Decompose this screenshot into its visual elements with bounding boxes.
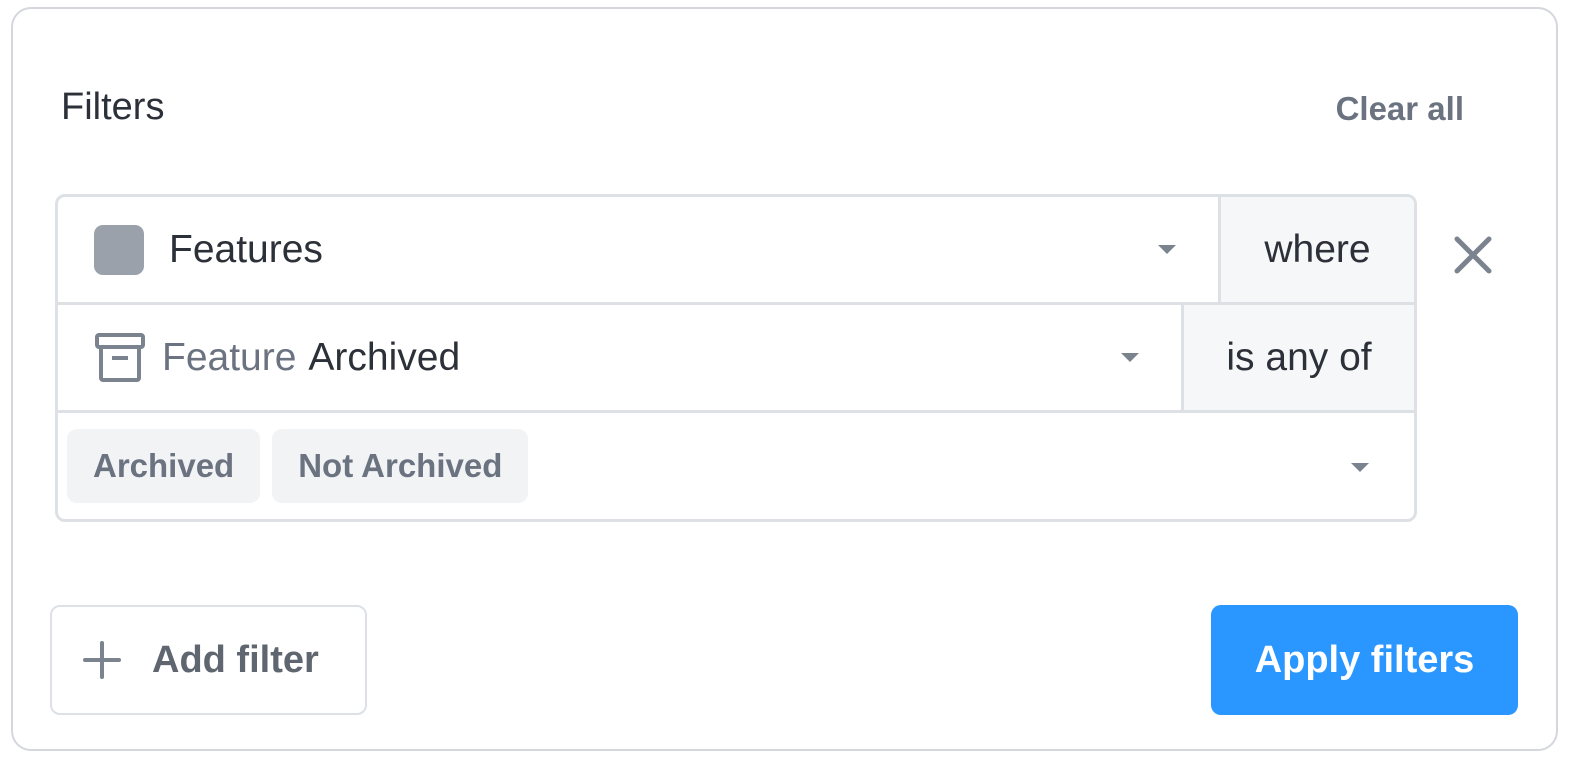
filters-panel: Filters Clear all Features where Feature… bbox=[11, 7, 1558, 751]
attribute-selector[interactable]: Feature Archived bbox=[58, 305, 1181, 410]
square-icon bbox=[94, 224, 144, 275]
object-selector[interactable]: Features bbox=[58, 197, 1218, 302]
values-row: Archived Not Archived bbox=[58, 413, 1414, 519]
where-operator: where bbox=[1218, 197, 1414, 302]
add-filter-label: Add filter bbox=[152, 638, 319, 681]
apply-filters-button[interactable]: Apply filters bbox=[1211, 605, 1518, 715]
filter-group: Features where Feature Archived is any o… bbox=[55, 194, 1417, 522]
object-row: Features where bbox=[58, 197, 1414, 305]
attribute-row: Feature Archived is any of bbox=[58, 305, 1414, 413]
value-chip-not-archived[interactable]: Not Archived bbox=[272, 429, 529, 503]
close-icon[interactable] bbox=[1451, 233, 1495, 277]
object-label: Features bbox=[169, 227, 323, 271]
value-chip-archived[interactable]: Archived bbox=[67, 429, 261, 503]
values-selector[interactable]: Archived Not Archived bbox=[58, 413, 1414, 519]
clear-all-button[interactable]: Clear all bbox=[1336, 89, 1464, 129]
archive-icon bbox=[95, 332, 145, 382]
attribute-prefix: Feature bbox=[162, 335, 297, 379]
attribute-label: Archived bbox=[308, 335, 461, 379]
chevron-down-icon bbox=[1121, 353, 1139, 362]
chevron-down-icon bbox=[1351, 463, 1369, 472]
is-any-of-operator[interactable]: is any of bbox=[1181, 305, 1414, 410]
add-filter-button[interactable]: Add filter bbox=[50, 605, 367, 715]
filters-title: Filters bbox=[61, 86, 165, 128]
chevron-down-icon bbox=[1158, 245, 1176, 254]
plus-icon bbox=[83, 641, 121, 679]
